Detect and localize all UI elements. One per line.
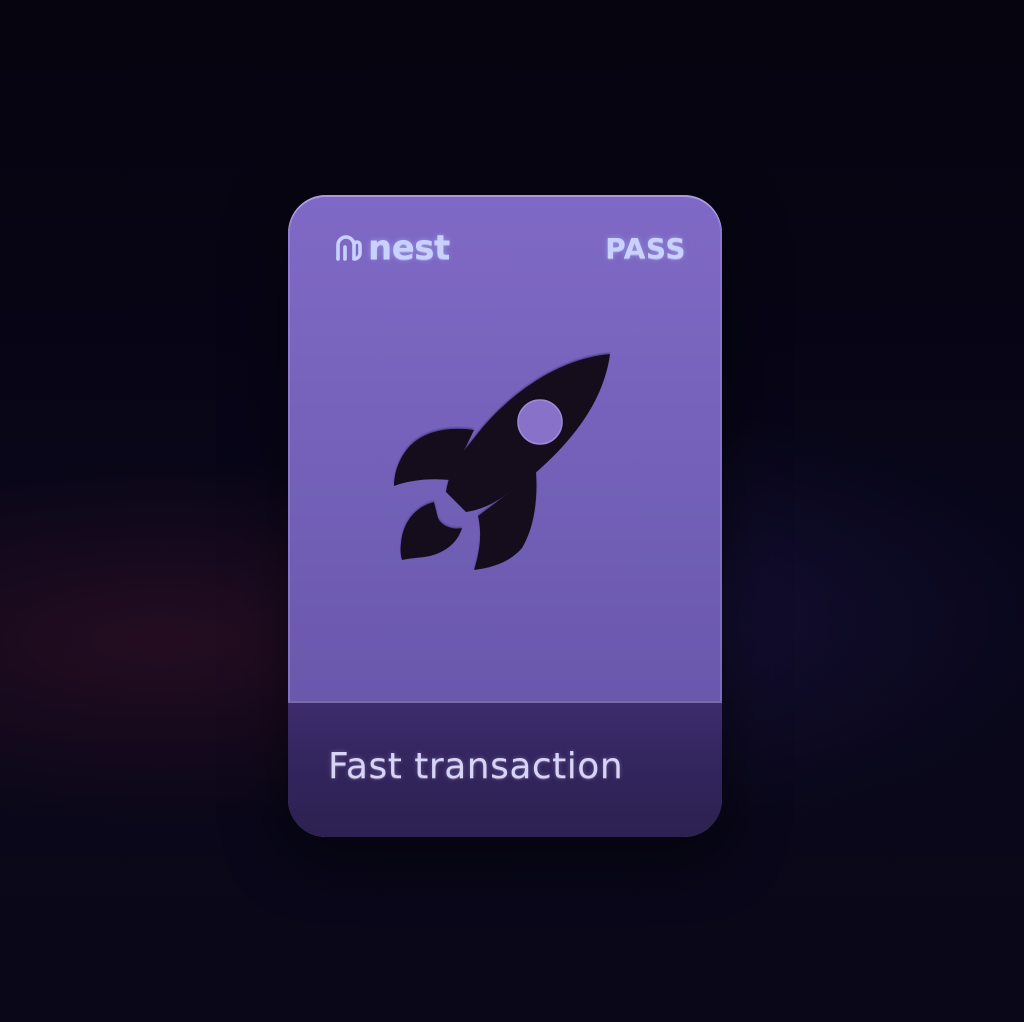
card-caption: Fast transaction (328, 746, 624, 787)
background: nest PASS Fast transaction (0, 0, 1024, 1022)
brand-logo: nest (332, 228, 450, 268)
nest-pass-card[interactable]: nest PASS Fast transaction (288, 195, 722, 837)
card-footer: Fast transaction (288, 701, 722, 837)
nest-logo-icon (336, 235, 362, 261)
rocket-icon (394, 354, 610, 570)
card-face: nest PASS (288, 195, 722, 701)
brand-name: nest (368, 228, 450, 268)
pass-badge: PASS (605, 232, 686, 265)
